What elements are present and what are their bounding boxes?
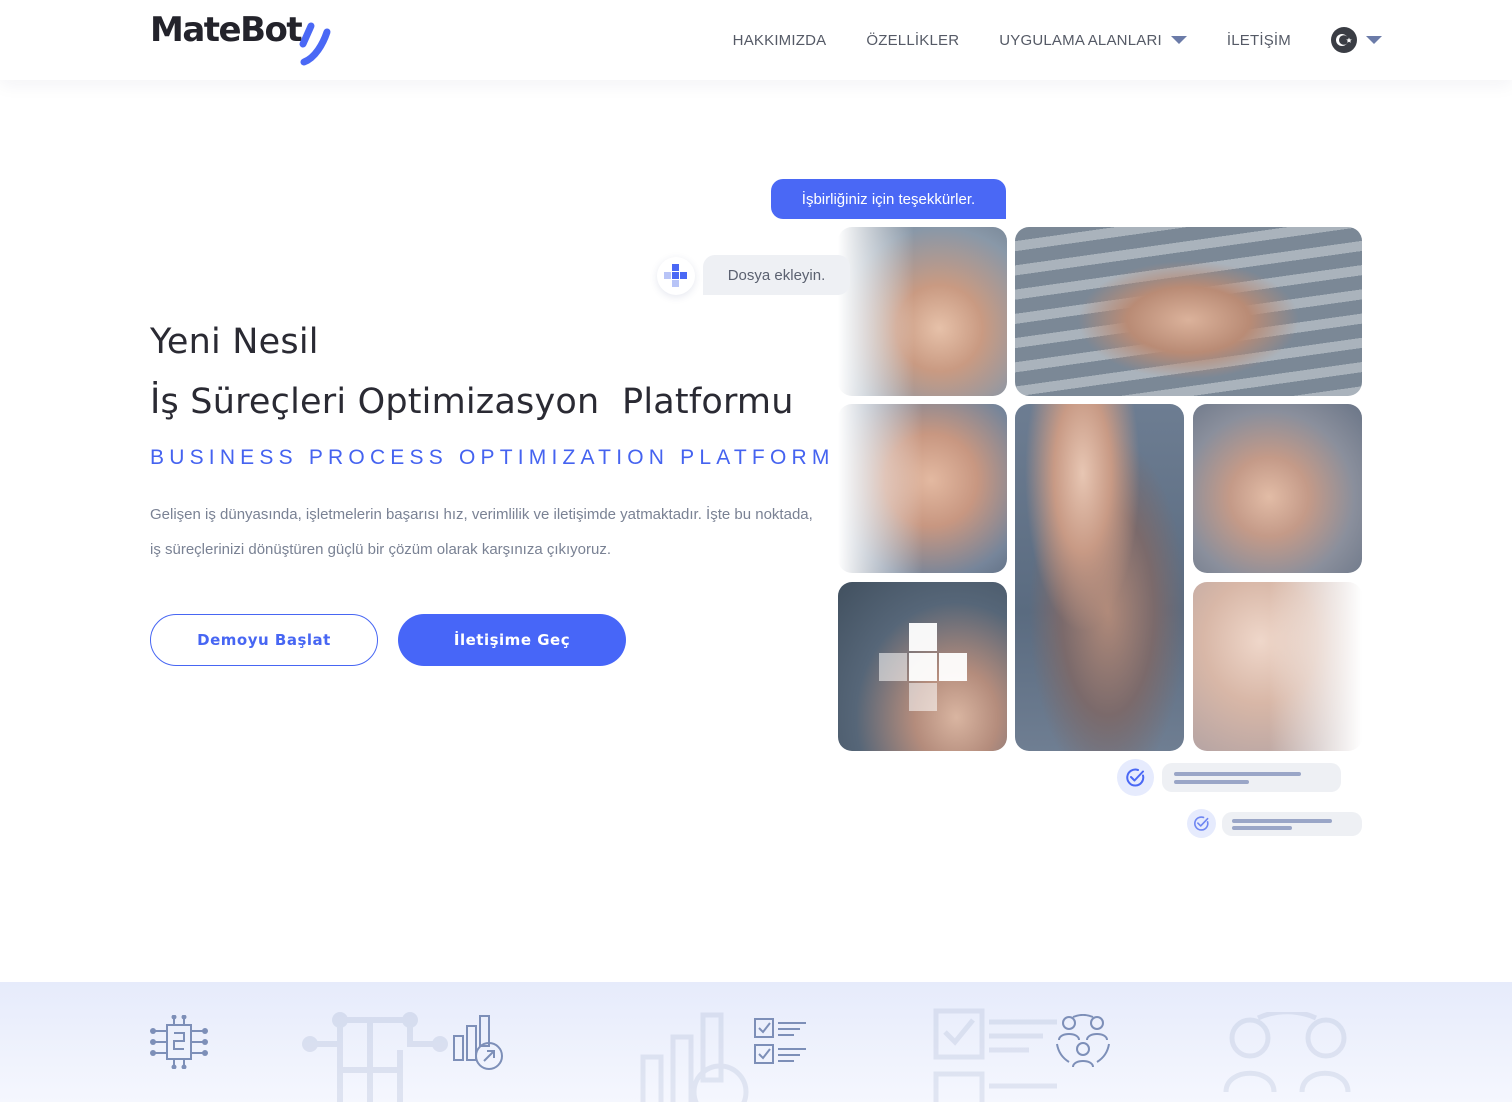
hero-title-line1: Yeni Nesil: [150, 322, 319, 362]
turkey-flag-icon: [1331, 27, 1357, 53]
chevron-down-icon: [1366, 36, 1382, 44]
photo-tile: [838, 227, 1007, 396]
bar-chart-growth-icon: [453, 1015, 503, 1070]
nav-features[interactable]: ÖZELLİKLER: [866, 32, 959, 49]
photo-tile: [1193, 582, 1362, 751]
task-item: [1187, 809, 1362, 838]
logo-text: MateBot: [150, 10, 303, 50]
demo-button[interactable]: Demoyu Başlat: [150, 614, 378, 666]
plus-icon: [879, 623, 967, 711]
check-circle-icon: [1117, 759, 1154, 796]
main-nav: HAKKIMIZDA ÖZELLİKLER UYGULAMA ALANLARI …: [693, 27, 1382, 53]
nav-contact[interactable]: İLETİŞİM: [1227, 32, 1291, 49]
hero-description: Gelişen iş dünyasında, işletmelerin başa…: [150, 506, 813, 558]
site-header: MateBot HAKKIMIZDA ÖZELLİKLER UYGULAMA A…: [0, 0, 1512, 80]
nav-use-cases-label: UYGULAMA ALANLARI: [999, 31, 1162, 49]
logo[interactable]: MateBot: [150, 10, 333, 70]
hero-subtitle: BUSINESS PROCESS OPTIMIZATION PLATFORM: [150, 446, 835, 469]
chat-bubble-thanks: İşbirliğiniz için teşekkürler.: [771, 179, 1006, 219]
contact-button[interactable]: İletişime Geç: [398, 614, 626, 666]
task-placeholder: [1222, 811, 1362, 836]
bar-chart-growth-icon: [640, 1012, 749, 1102]
team-icon: [1223, 1012, 1351, 1093]
photo-tile: [1015, 404, 1184, 751]
logo-mark-icon: [297, 10, 333, 68]
nav-about[interactable]: HAKKIMIZDA: [733, 32, 827, 49]
checklist-icon: [933, 1008, 1057, 1102]
photo-tile: [1193, 404, 1362, 573]
photo-tile: [1015, 227, 1362, 396]
nav-use-cases[interactable]: UYGULAMA ALANLARI: [999, 32, 1187, 49]
team-icon: [1056, 1014, 1110, 1068]
photo-tile: [838, 404, 1007, 573]
hero-title: Yeni Nesil İş Süreçleri Optimizasyon Pla…: [150, 312, 840, 432]
language-selector[interactable]: [1331, 27, 1382, 53]
chevron-down-icon: [1170, 36, 1187, 44]
circuit-icon: [302, 1012, 448, 1102]
checklist-icon: [754, 1018, 806, 1064]
check-circle-icon: [1187, 809, 1216, 838]
hero-title-line2: İş Süreçleri Optimizasyon Platformu: [150, 382, 794, 422]
chat-bubble-add-file: Dosya ekleyin.: [703, 255, 850, 295]
circuit-icon: [150, 1015, 208, 1069]
task-item: [1117, 759, 1341, 796]
features-band: [0, 982, 1512, 1102]
task-placeholder: [1162, 763, 1341, 792]
add-file-icon: [657, 257, 695, 295]
